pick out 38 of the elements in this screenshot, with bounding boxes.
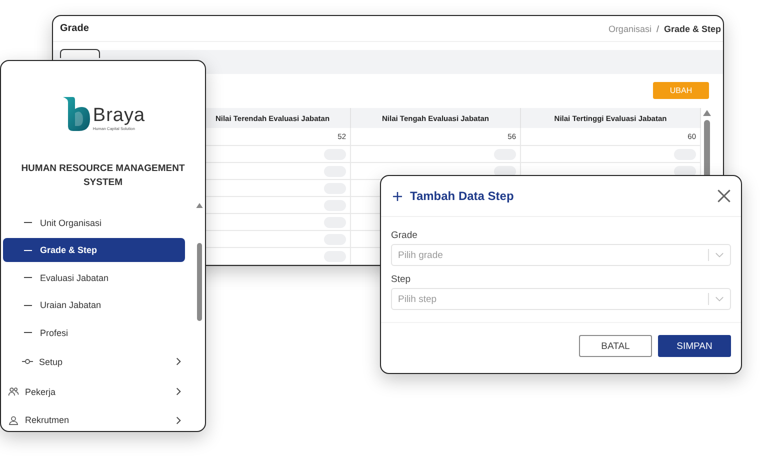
system-title: HUMAN RESOURCE MANAGEMENT SYSTEM bbox=[21, 162, 185, 190]
chevron-down-icon[interactable] bbox=[715, 252, 724, 258]
field-label: Step bbox=[391, 274, 412, 285]
logo-icon bbox=[60, 96, 91, 132]
menu-item[interactable]: Pekerja bbox=[3, 380, 185, 404]
field-label: Grade bbox=[391, 230, 418, 241]
menu-item[interactable]: Unit Organisasi bbox=[3, 210, 185, 235]
page-title: Grade bbox=[60, 23, 89, 34]
plus-icon bbox=[393, 192, 402, 200]
breadcrumb-item: Grade & Step bbox=[664, 24, 721, 34]
dash-icon bbox=[24, 250, 32, 251]
save-button[interactable]: SIMPAN bbox=[658, 335, 731, 357]
menu-item[interactable]: Grade & Step bbox=[3, 238, 185, 262]
dash-icon bbox=[24, 332, 32, 334]
breadcrumb-item[interactable]: Organisasi bbox=[608, 24, 652, 34]
dialog-title: Tambah Data Step bbox=[410, 189, 515, 203]
person-icon bbox=[8, 416, 19, 425]
cancel-button[interactable]: BATAL bbox=[579, 335, 652, 357]
chevron-icon bbox=[176, 357, 181, 366]
breadcrumb-separator: / bbox=[656, 24, 659, 34]
dash-icon bbox=[24, 277, 32, 278]
menu-item[interactable]: Setup bbox=[3, 350, 185, 374]
dash-icon bbox=[24, 304, 32, 306]
menu-item[interactable]: Rekrutmen bbox=[3, 408, 185, 431]
close-button[interactable] bbox=[717, 189, 731, 203]
scroll-up-icon[interactable] bbox=[196, 203, 203, 208]
chevron-down-icon[interactable] bbox=[715, 296, 724, 302]
brand-name: Braya bbox=[92, 106, 146, 126]
chevron-icon bbox=[176, 416, 181, 425]
menu-item[interactable]: Profesi bbox=[3, 320, 185, 345]
people-icon bbox=[8, 387, 19, 396]
chevron-icon bbox=[176, 387, 181, 396]
dash-icon bbox=[24, 222, 32, 224]
menu-item[interactable]: Uraian Jabatan bbox=[3, 293, 185, 318]
tab[interactable] bbox=[60, 49, 100, 58]
menu-item[interactable]: Evaluasi Jabatan bbox=[3, 266, 185, 290]
node-icon bbox=[22, 357, 33, 366]
scroll-up-icon[interactable] bbox=[703, 110, 711, 116]
